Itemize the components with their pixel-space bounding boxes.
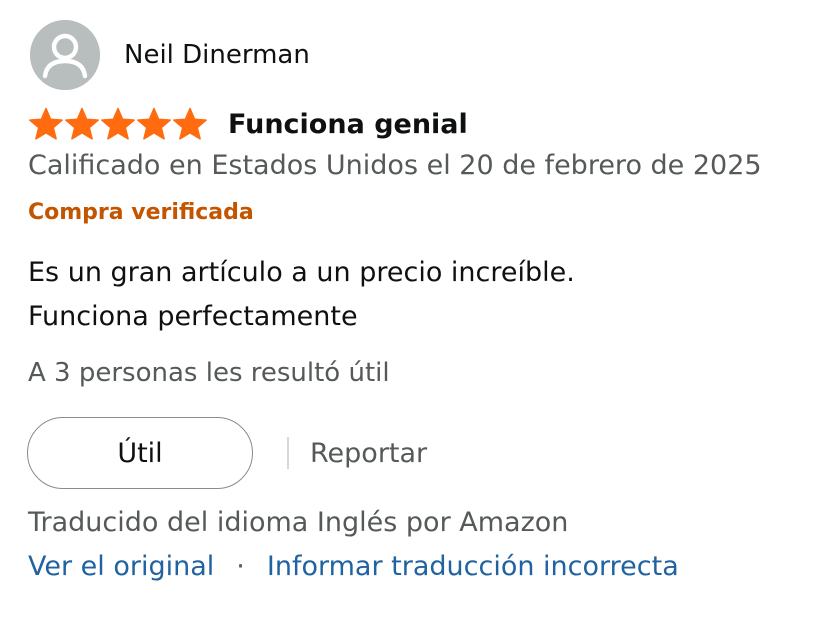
star-rating[interactable]: [28, 107, 208, 141]
helpful-button[interactable]: Útil: [27, 417, 253, 489]
action-divider: [287, 437, 289, 469]
verified-purchase-badge[interactable]: Compra verificada: [28, 200, 254, 225]
star-icon: [136, 107, 172, 141]
review-title[interactable]: Funciona genial: [228, 109, 468, 140]
translation-links: Ver el original · Informar traducción in…: [28, 551, 679, 582]
helpful-count-text: A 3 personas les resultó útil: [28, 358, 390, 388]
rating-title-row: Funciona genial: [28, 104, 468, 144]
review-body-line: Es un gran artículo a un precio increíbl…: [28, 257, 575, 288]
link-separator: ·: [236, 551, 245, 582]
star-icon: [172, 107, 208, 141]
review-body-line: Funciona perfectamente: [28, 301, 358, 332]
view-original-link[interactable]: Ver el original: [28, 551, 214, 582]
star-icon: [64, 107, 100, 141]
review-actions: Útil Reportar: [27, 417, 427, 489]
reviewer-name[interactable]: Neil Dinerman: [124, 40, 310, 70]
review-date: Calificado en Estados Unidos el 20 de fe…: [28, 150, 762, 181]
star-icon: [28, 107, 64, 141]
customer-review: Neil Dinerman Funciona genial Calificado…: [0, 0, 836, 618]
star-icon: [100, 107, 136, 141]
avatar-user-icon: [30, 20, 100, 90]
translation-notice: Traducido del idioma Inglés por Amazon: [28, 507, 569, 538]
report-translation-link[interactable]: Informar traducción incorrecta: [267, 551, 679, 582]
review-body: Es un gran artículo a un precio increíbl…: [28, 251, 575, 339]
report-link[interactable]: Reportar: [310, 438, 427, 469]
reviewer-profile[interactable]: Neil Dinerman: [30, 20, 310, 90]
